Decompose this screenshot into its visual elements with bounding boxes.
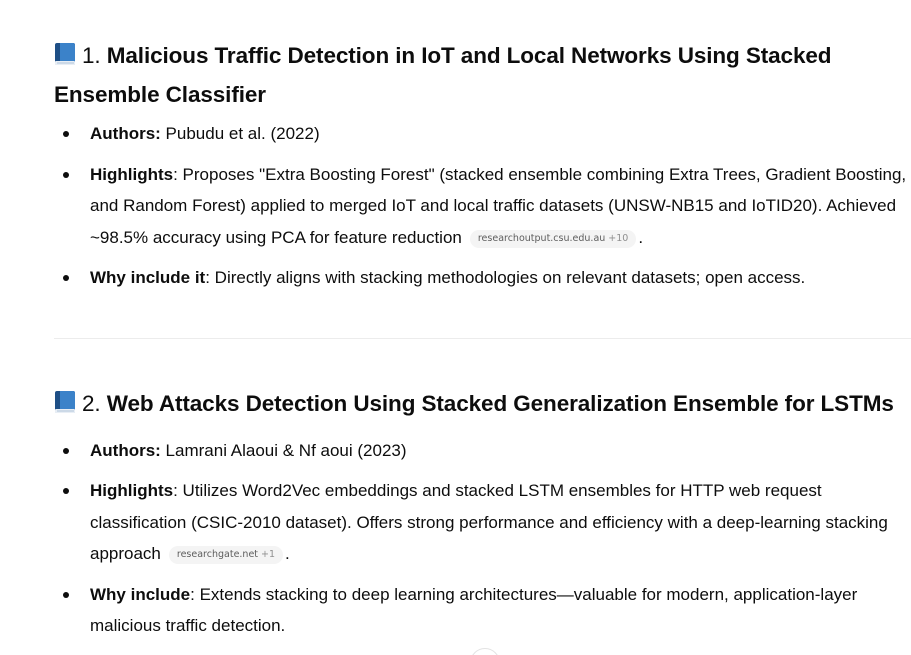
bullet-label: Why include xyxy=(90,584,191,604)
citation-chip[interactable]: researchgate.net +1 xyxy=(168,546,284,564)
bullet-label: Authors: xyxy=(90,440,161,460)
bullet-label: Authors: xyxy=(90,124,161,143)
list-item: Highlights: Utilizes Word2Vec embeddings… xyxy=(54,475,911,570)
list-item: Authors: Lamrani Alaoui & Nf aoui (2023) xyxy=(54,435,911,467)
bullet-label: Highlights xyxy=(90,164,174,184)
bullet-tail: . xyxy=(638,227,644,247)
bullet-text: Pubudu et al. (2022) xyxy=(160,124,320,143)
section-number: 1. xyxy=(82,43,101,68)
bullet-label: Highlights xyxy=(90,481,174,500)
bullet-list: Authors: Pubudu et al. (2022) Highlights… xyxy=(54,118,911,294)
bullet-list: Authors: Lamrani Alaoui & Nf aoui (2023)… xyxy=(54,435,911,642)
blue-book-icon xyxy=(54,41,76,77)
list-item: Why include it: Directly aligns with sta… xyxy=(54,262,911,294)
scroll-down-button[interactable] xyxy=(470,648,500,655)
section-divider xyxy=(54,338,911,339)
section-heading-1: 1. Malicious Traffic Detection in IoT an… xyxy=(54,38,911,113)
section-title: Malicious Traffic Detection in IoT and L… xyxy=(54,43,832,107)
section-number: 2. xyxy=(82,390,101,416)
blue-book-icon xyxy=(54,389,76,425)
citation-more-count: +1 xyxy=(261,549,276,560)
citation-more-count: +10 xyxy=(608,232,629,244)
response-content: 1. Malicious Traffic Detection in IoT an… xyxy=(54,38,911,642)
citation-chip[interactable]: researchoutput.csu.edu.au +10 xyxy=(469,229,637,248)
section-title: Web Attacks Detection Using Stacked Gene… xyxy=(106,390,894,416)
bullet-label: Why include it xyxy=(90,268,206,287)
section-heading-2: 2. Web Attacks Detection Using Stacked G… xyxy=(54,386,911,425)
bullet-text: Lamrani Alaoui & Nf aoui (2023) xyxy=(160,440,407,460)
bullet-text: : Directly aligns with stacking methodol… xyxy=(205,268,806,287)
citation-source: researchgate.net xyxy=(176,549,259,560)
bullet-tail: . xyxy=(285,544,290,563)
bullet-text: : Extends stacking to deep learning arch… xyxy=(90,584,858,636)
list-item: Why include: Extends stacking to deep le… xyxy=(54,579,911,642)
citation-source: researchoutput.csu.edu.au xyxy=(477,232,606,244)
list-item: Authors: Pubudu et al. (2022) xyxy=(54,118,911,150)
list-item: Highlights: Proposes "Extra Boosting For… xyxy=(54,159,911,254)
